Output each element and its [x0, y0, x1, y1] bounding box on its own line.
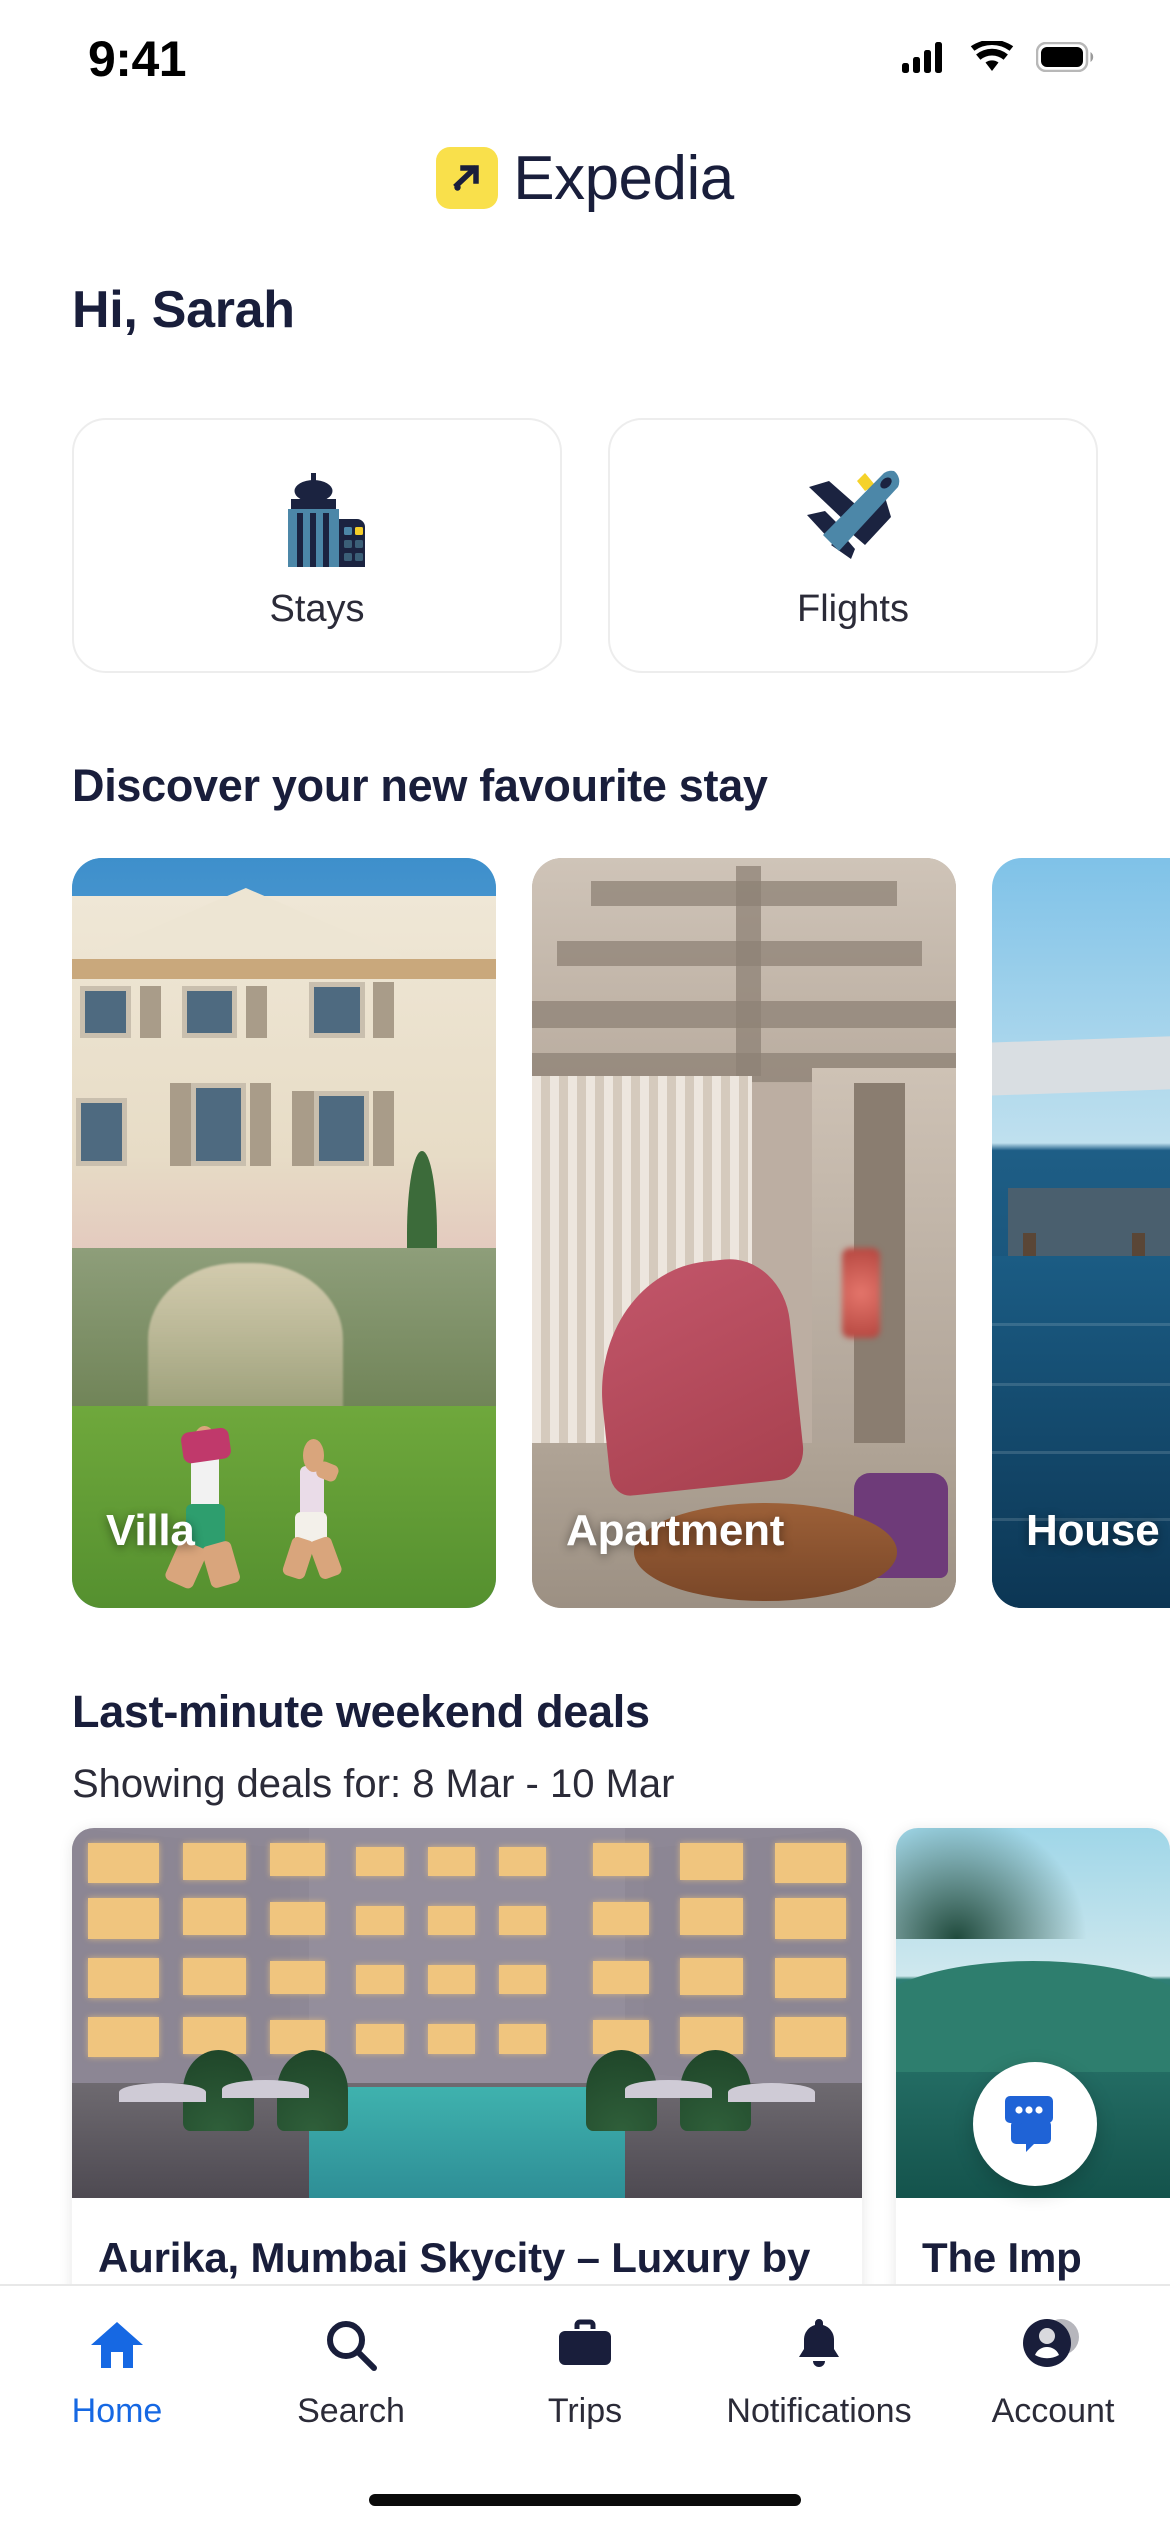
nav-item-account[interactable]: Account	[936, 2286, 1170, 2464]
app-brand-header: Expedia	[0, 130, 1170, 226]
deals-date-range: Showing deals for: 8 Mar - 10 Mar	[72, 1762, 675, 1806]
quick-tile-label: Stays	[269, 588, 365, 630]
nav-label: Search	[297, 2392, 405, 2430]
discover-card-label: Villa	[106, 1506, 195, 1555]
discover-section-title: Discover your new favourite stay	[72, 760, 768, 811]
nav-item-search[interactable]: Search	[234, 2286, 468, 2464]
brand-wordmark: Expedia	[513, 143, 734, 213]
briefcase-icon	[557, 2314, 613, 2376]
airplane-icon	[788, 460, 918, 570]
discover-card-label: House	[1026, 1506, 1160, 1555]
quick-tile-label: Flights	[797, 588, 909, 630]
deal-name: Aurika, Mumbai Skycity – Luxury by	[98, 2234, 811, 2281]
status-indicators	[902, 39, 1096, 78]
discover-carousel[interactable]: Villa Apartment House	[72, 858, 1170, 1620]
discover-card-house[interactable]: House	[992, 858, 1170, 1608]
app-screen: 9:41 Expedia Hi, Sarah Stays Flights Dis…	[0, 0, 1170, 2532]
home-icon	[89, 2314, 145, 2376]
child-figure	[276, 1413, 357, 1581]
house-photo	[992, 858, 1170, 1608]
home-indicator	[369, 2494, 801, 2506]
nav-label: Account	[991, 2392, 1115, 2430]
chat-support-button[interactable]	[973, 2062, 1097, 2186]
nav-label: Notifications	[726, 2392, 912, 2430]
nav-item-notifications[interactable]: Notifications	[702, 2286, 936, 2464]
nav-label: Trips	[547, 2392, 623, 2430]
deals-section-title: Last-minute weekend deals	[72, 1686, 650, 1737]
wifi-icon	[970, 39, 1014, 78]
nav-item-home[interactable]: Home	[0, 2286, 234, 2464]
quick-action-tiles: Stays Flights	[72, 418, 1098, 673]
discover-card-villa[interactable]: Villa	[72, 858, 496, 1608]
expedia-arrow-logo-icon	[436, 147, 499, 209]
discover-card-apartment[interactable]: Apartment	[532, 858, 956, 1608]
building-icon	[252, 460, 382, 570]
bottom-navigation-bar: Home Search Trips Notifications Account	[0, 2284, 1170, 2532]
villa-photo	[72, 858, 496, 1608]
bell-icon	[793, 2314, 845, 2376]
deal-name: The Imp	[922, 2234, 1082, 2281]
hotel-photo	[72, 1828, 862, 2198]
account-avatar-icon	[1023, 2314, 1083, 2376]
nav-label: Home	[71, 2392, 163, 2430]
status-bar: 9:41	[0, 0, 1170, 118]
chat-bubbles-icon	[1002, 2092, 1068, 2157]
nav-item-trips[interactable]: Trips	[468, 2286, 702, 2464]
greeting-text: Hi, Sarah	[72, 281, 295, 339]
quick-tile-flights[interactable]: Flights	[608, 418, 1098, 673]
child-figure	[163, 1391, 258, 1590]
search-icon	[324, 2314, 378, 2376]
cellular-signal-icon	[902, 41, 948, 78]
apartment-photo	[532, 858, 956, 1608]
battery-full-icon	[1035, 41, 1096, 77]
quick-tile-stays[interactable]: Stays	[72, 418, 562, 673]
discover-card-label: Apartment	[566, 1506, 785, 1555]
status-time: 9:41	[88, 31, 187, 87]
